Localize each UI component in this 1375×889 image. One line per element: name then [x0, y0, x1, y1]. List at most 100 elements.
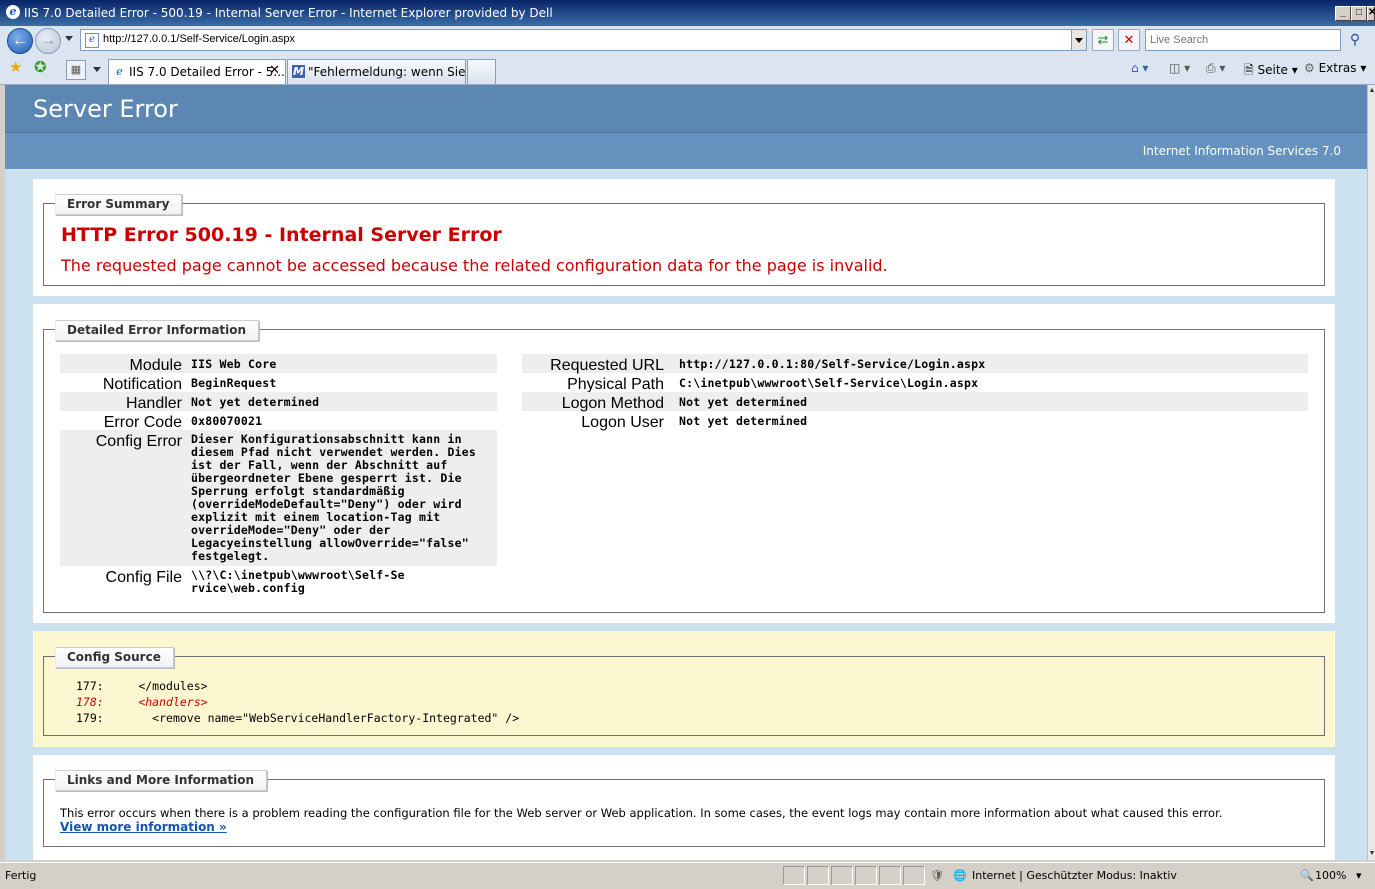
error-subtitle: The requested page cannot be accessed be… — [61, 256, 888, 275]
vertical-scrollbar[interactable]: ▲ ▼ — [1367, 85, 1375, 860]
security-zone[interactable]: Internet | Geschützter Modus: Inaktiv — [972, 869, 1177, 882]
detail-value: IIS Web Core — [191, 357, 277, 371]
new-tab-button[interactable] — [467, 59, 496, 84]
detail-row: Notification BeginRequest — [60, 373, 497, 393]
status-slot — [783, 866, 805, 885]
code-line-highlighted: 178: <handlers> — [76, 695, 208, 709]
detail-row: Physical Path C:\inetpub\wwwroot\Self-Se… — [522, 373, 1308, 393]
detail-value: Not yet determined — [679, 414, 808, 428]
detail-row: Config Error Dieser Konfigurationsabschn… — [60, 430, 497, 566]
line-code: </modules> — [138, 679, 208, 693]
page-menu-icon: 🗎 — [1244, 63, 1254, 77]
detail-row: Module IIS Web Core — [60, 354, 497, 374]
tools-menu[interactable]: ⚙ Extras ▾ — [1304, 61, 1366, 75]
scroll-down-icon[interactable]: ▼ — [1368, 848, 1375, 860]
tab-list-dropdown-icon[interactable] — [93, 67, 101, 72]
recent-pages-dropdown-icon[interactable] — [65, 36, 73, 41]
links-fieldset: Links and More Information This error oc… — [43, 770, 1325, 847]
print-icon[interactable]: ⎙ ▾ — [1206, 61, 1225, 76]
search-box[interactable] — [1145, 29, 1341, 51]
tab-ie-icon: e — [116, 65, 123, 78]
search-icon[interactable]: ⚲ — [1344, 29, 1366, 49]
status-text: Fertig — [5, 869, 37, 882]
product-name: Internet Information Services 7.0 — [1142, 144, 1341, 158]
scroll-up-icon[interactable]: ▲ — [1368, 85, 1375, 97]
line-number: 179: — [76, 711, 104, 725]
detailed-error-fieldset: Detailed Error Information Module IIS We… — [43, 320, 1325, 613]
detail-value: Not yet determined — [679, 395, 808, 409]
links-legend: Links and More Information — [55, 770, 268, 791]
page-heading: Server Error — [33, 95, 178, 123]
maximize-button[interactable]: □ — [1351, 6, 1367, 21]
tab-label: "Fehlermeldung: wenn Sie ei... — [308, 65, 492, 79]
internet-globe-icon: 🌐 — [953, 869, 967, 882]
zoom-dropdown-icon[interactable]: ▾ — [1356, 869, 1362, 882]
detail-value: \\?\C:\inetpub\wwwroot\Self-Service\web.… — [191, 568, 405, 595]
detail-value: Dieser Konfigurationsabschnitt kann in d… — [191, 432, 476, 563]
favorites-star-icon[interactable]: ★ — [9, 60, 22, 76]
search-input[interactable] — [1146, 30, 1340, 50]
minimize-button[interactable]: _ — [1335, 6, 1351, 21]
window-title-bar: e IIS 7.0 Detailed Error - 500.19 - Inte… — [0, 0, 1375, 26]
status-slot — [831, 866, 853, 885]
detail-key: Config File — [105, 569, 182, 586]
status-slot — [879, 866, 901, 885]
tools-menu-label: Extras — [1318, 61, 1357, 75]
line-number: 177: — [76, 679, 104, 693]
page-menu-label: Seite — [1257, 63, 1288, 77]
protected-mode-icon[interactable]: 🛡 — [930, 869, 944, 882]
detail-row: Requested URL http://127.0.0.1:80/Self-S… — [522, 354, 1308, 374]
detail-row: Handler Not yet determined — [60, 392, 497, 412]
tab-msdn-icon: M — [292, 65, 305, 78]
detail-row: Error Code 0x80070021 — [60, 411, 497, 431]
page-viewport: Server Error Internet Information Servic… — [5, 85, 1367, 860]
detail-row: Logon Method Not yet determined — [522, 392, 1308, 412]
error-summary-panel: Error Summary HTTP Error 500.19 - Intern… — [33, 179, 1335, 296]
tab-iis-error[interactable]: e IIS 7.0 Detailed Error - 5... ✕ — [108, 59, 286, 84]
close-tab-icon[interactable]: ✕ — [269, 63, 280, 78]
detail-value: 0x80070021 — [191, 414, 263, 428]
line-number: 178: — [76, 695, 104, 709]
config-source-fieldset: Config Source 177: </modules> 178: <hand… — [43, 647, 1325, 736]
window-title: IIS 7.0 Detailed Error - 500.19 - Intern… — [24, 6, 553, 20]
view-more-information-link[interactable]: View more information » — [60, 820, 227, 834]
back-button[interactable]: ← — [7, 28, 33, 54]
detail-row: Config File \\?\C:\inetpub\wwwroot\Self-… — [60, 566, 497, 598]
page-menu[interactable]: 🗎 Seite ▾ — [1244, 61, 1298, 82]
error-summary-legend: Error Summary — [55, 194, 183, 215]
product-header: Internet Information Services 7.0 — [5, 133, 1367, 169]
line-code: <handlers> — [138, 695, 208, 709]
zoom-level[interactable]: 100% — [1315, 869, 1346, 882]
code-line: 179: <remove name="WebServiceHandlerFact… — [76, 711, 519, 725]
links-description: This error occurs when there is a proble… — [60, 806, 1223, 820]
feeds-icon[interactable]: ◫ ▾ — [1169, 61, 1190, 75]
status-slot — [807, 866, 829, 885]
address-bar[interactable]: e http://127.0.0.1/Self-Service/Login.as… — [80, 29, 1087, 51]
forward-button[interactable]: → — [35, 28, 61, 54]
address-dropdown-button[interactable] — [1071, 30, 1086, 50]
detail-key: Logon User — [581, 414, 664, 431]
error-title: HTTP Error 500.19 - Internal Server Erro… — [61, 224, 502, 246]
zoom-icon: 🔍 — [1300, 869, 1314, 882]
config-source-panel: Config Source 177: </modules> 178: <hand… — [33, 631, 1335, 747]
address-url[interactable]: http://127.0.0.1/Self-Service/Login.aspx — [103, 33, 295, 45]
page-icon: e — [85, 33, 99, 48]
detail-value: BeginRequest — [191, 376, 277, 390]
close-window-button[interactable]: ✕ — [1367, 6, 1375, 21]
quick-tabs-icon[interactable]: ▦ — [66, 60, 86, 80]
add-favorite-icon[interactable]: ✪ — [34, 60, 47, 76]
gear-icon: ⚙ — [1304, 61, 1315, 75]
tab-toolbar: ★ ✪ ▦ e IIS 7.0 Detailed Error - 5... ✕ … — [0, 54, 1375, 85]
refresh-icon[interactable]: ⇄ — [1092, 29, 1114, 51]
stop-icon[interactable]: ✕ — [1118, 29, 1140, 51]
home-icon[interactable]: ⌂ ▾ — [1131, 61, 1148, 75]
internet-explorer-icon: e — [6, 5, 20, 19]
detail-value: Not yet determined — [191, 395, 320, 409]
tab-fehlermeldung[interactable]: M "Fehlermeldung: wenn Sie ei... — [287, 59, 491, 84]
links-panel: Links and More Information This error oc… — [33, 755, 1335, 860]
detail-key: Config Error — [95, 433, 182, 450]
detail-value: C:\inetpub\wwwroot\Self-Service\Login.as… — [679, 376, 979, 390]
detailed-error-panel: Detailed Error Information Module IIS We… — [33, 304, 1335, 623]
server-error-header: Server Error — [5, 85, 1367, 133]
code-line: 177: </modules> — [76, 679, 208, 693]
